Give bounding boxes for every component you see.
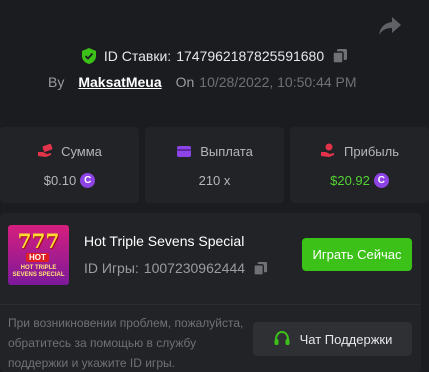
stat-payout-value: 210 x [198, 173, 231, 188]
stat-amount: Сумма $0.10 C [0, 127, 139, 203]
bet-date: 10/28/2022, 10:50:44 PM [199, 74, 357, 90]
support-chat-button[interactable]: Чат Поддержки [253, 322, 412, 356]
bet-stats: Сумма $0.10 C Выплата 210 x Прибыль $20.… [0, 127, 429, 203]
wallet-icon [177, 146, 192, 157]
money-hand-icon [38, 143, 53, 157]
profit-hand-icon [321, 143, 334, 157]
game-id-value: 1007230962444 [143, 260, 246, 276]
username-link[interactable]: MaksatMeua [78, 74, 161, 90]
thumb-hot-badge: HOT [26, 253, 49, 262]
stat-amount-label: Сумма [61, 143, 102, 159]
thumb-title: HOT TRIPLE SEVENS SPECIAL [12, 265, 65, 278]
by-label: By [48, 74, 65, 90]
headset-icon [274, 330, 290, 345]
stat-profit-value: $20.92 [330, 173, 370, 188]
support-help-text: При возникновении проблем, пожалуйста, о… [8, 316, 244, 370]
game-id-label: ID Игры: [84, 260, 139, 276]
bet-id-label: ID Ставки: [103, 48, 172, 64]
game-name: Hot Triple Sevens Special [84, 233, 245, 249]
share-icon[interactable] [378, 15, 402, 37]
support-chat-label: Чат Поддержки [299, 331, 393, 347]
play-now-button[interactable]: Играть Сейчас [302, 238, 412, 271]
stat-payout: Выплата 210 x [145, 127, 284, 203]
copy-icon[interactable] [253, 261, 268, 276]
thumb-sevens: 777 [17, 229, 60, 253]
bet-id-row: ID Ставки: 1747962187825591680 [0, 44, 429, 68]
shield-check-icon [81, 48, 96, 64]
game-thumbnail[interactable]: 777 HOT HOT TRIPLE SEVENS SPECIAL [8, 225, 69, 285]
on-label: On [175, 74, 195, 90]
game-id-row: ID Игры: 1007230962444 [84, 260, 268, 276]
stat-profit: Прибыль $20.92 C [290, 127, 429, 203]
bet-id-value: 1747962187825591680 [176, 48, 325, 64]
stat-profit-label: Прибыль [344, 143, 399, 159]
copy-icon[interactable] [332, 48, 348, 64]
divider [0, 304, 421, 305]
stat-payout-label: Выплата [200, 143, 253, 159]
coin-icon: C [80, 173, 96, 188]
game-card: 777 HOT HOT TRIPLE SEVENS SPECIAL Hot Tr… [0, 213, 421, 372]
stat-amount-value: $0.10 [43, 173, 77, 188]
bet-author-row: By MaksatMeua On 10/28/2022, 10:50:44 PM [48, 71, 357, 93]
coin-icon: C [373, 173, 389, 188]
